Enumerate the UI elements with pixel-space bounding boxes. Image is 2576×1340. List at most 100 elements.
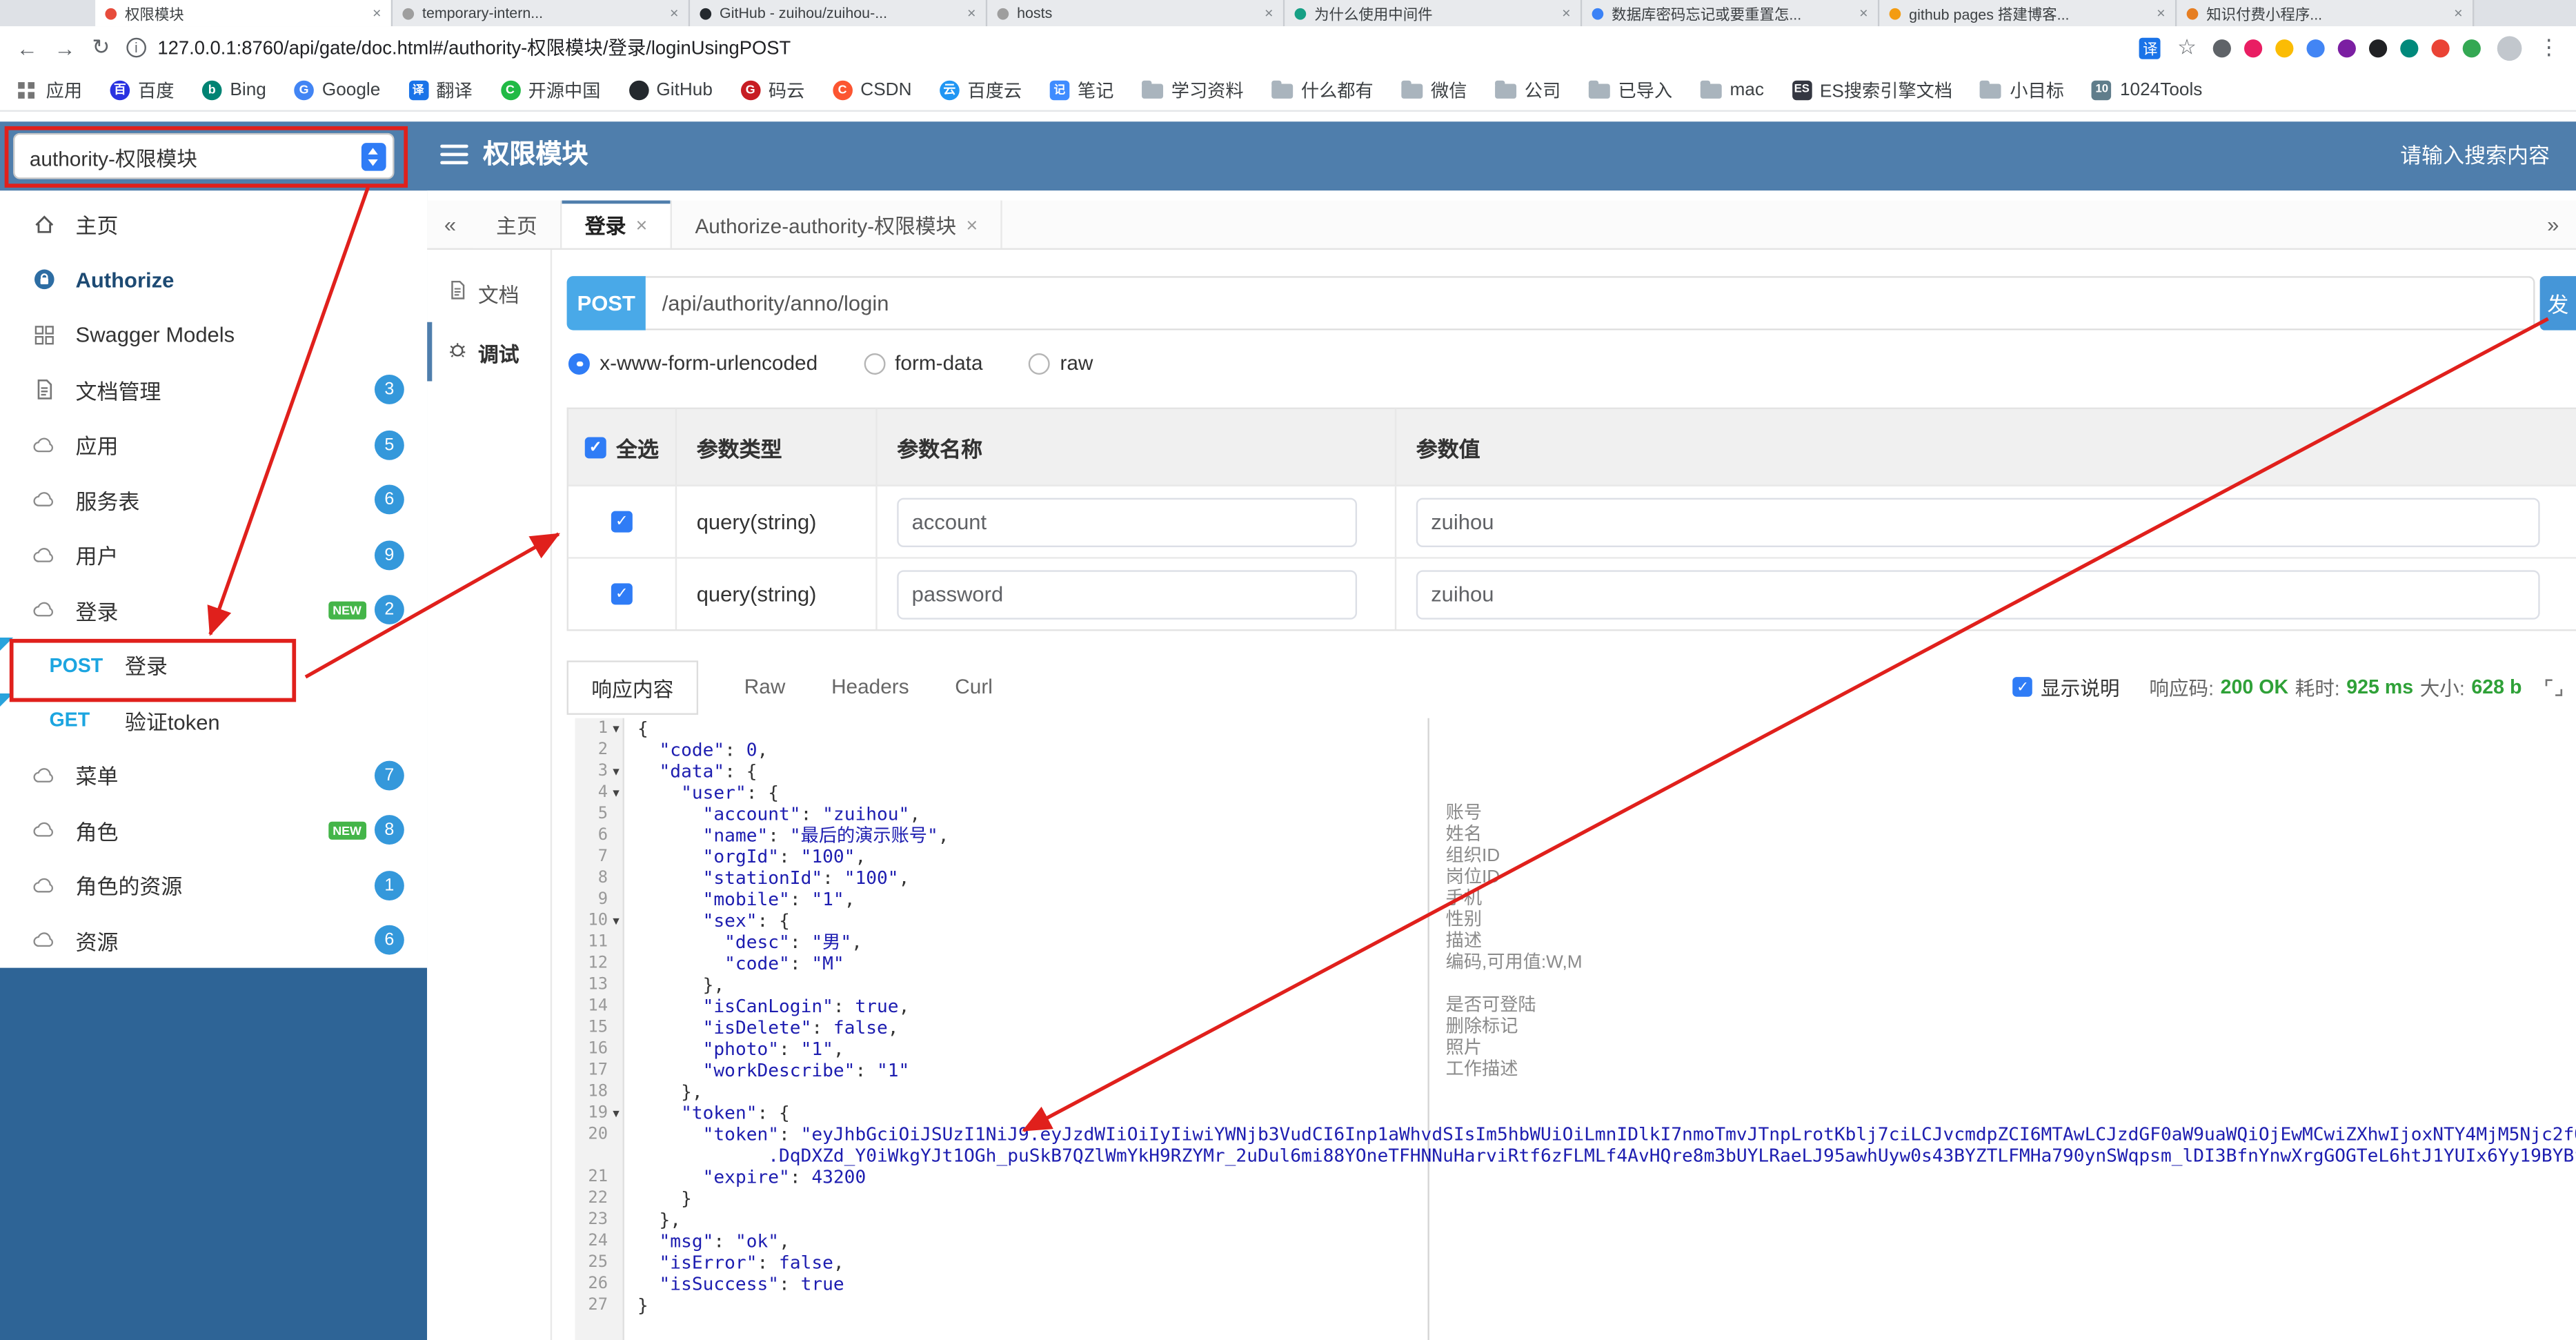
sidebar-item[interactable]: 菜单 7 — [0, 748, 427, 803]
sidebar-item[interactable]: 主页 — [0, 197, 427, 253]
fold-caret-icon[interactable]: ▾ — [608, 1103, 624, 1124]
sidebar-api-get[interactable]: GET 验证token — [0, 692, 427, 748]
tabs-scroll-right-icon[interactable]: » — [2530, 201, 2576, 248]
bookmark-item[interactable]: G Google — [294, 79, 380, 100]
extension-icon[interactable] — [2431, 38, 2450, 57]
tab-close-icon[interactable]: × — [2454, 5, 2463, 21]
response-json-editor[interactable]: 1 ▾{2 "code": 0, 3 ▾ "data": {4 ▾ "user": {5… — [575, 718, 2576, 1340]
tab-close-icon[interactable]: × — [1265, 5, 1274, 21]
tab-close-icon[interactable]: × — [967, 5, 976, 21]
tab-authorize[interactable]: Authorize-authority-权限模块 × — [672, 200, 1002, 248]
tab-close-icon[interactable]: × — [670, 5, 679, 21]
fullscreen-icon[interactable] — [2545, 678, 2563, 696]
menu-kebab-icon[interactable]: ⋮ — [2538, 35, 2559, 61]
nav-document[interactable]: 文档 — [427, 263, 551, 322]
search-input[interactable]: 请输入搜索内容 — [2400, 121, 2550, 190]
tab-raw[interactable]: Raw — [744, 676, 786, 698]
sidebar-item[interactable]: 应用 5 — [0, 417, 427, 473]
close-icon[interactable]: × — [636, 213, 648, 235]
tab-curl[interactable]: Curl — [955, 676, 993, 698]
sidebar-item[interactable]: 服务表 6 — [0, 473, 427, 528]
bookmark-item[interactable]: 译翻译 — [408, 77, 473, 103]
tabs-scroll-left-icon[interactable]: « — [427, 201, 473, 248]
request-path[interactable]: /api/authority/anno/login — [645, 276, 2535, 331]
bookmark-item[interactable]: 小目标 — [1980, 77, 2064, 103]
extension-icon[interactable] — [2275, 38, 2294, 57]
select-all-checkbox[interactable]: ✓ — [584, 436, 606, 458]
bookmark-star-icon[interactable]: ☆ — [2177, 35, 2197, 61]
param-value-input[interactable] — [1416, 497, 2540, 546]
sidebar-item[interactable]: Swagger Models — [0, 307, 427, 362]
fold-caret-icon[interactable]: ▾ — [608, 910, 624, 932]
bookmark-item[interactable]: 百百度 — [110, 77, 174, 103]
bookmark-item[interactable]: 学习资料 — [1141, 77, 1244, 103]
extension-icon[interactable] — [2400, 38, 2419, 57]
row-checkbox[interactable]: ✓ — [611, 583, 633, 605]
row-checkbox[interactable]: ✓ — [611, 511, 633, 533]
sidebar-item[interactable]: 资源 6 — [0, 913, 427, 968]
sidebar-item[interactable]: Authorize — [0, 253, 427, 308]
fold-caret-icon[interactable]: ▾ — [608, 718, 624, 740]
browser-tab[interactable]: GitHub - zuihou/zuihou-... × — [690, 0, 988, 27]
browser-tab[interactable]: 数据库密码忘记或要重置怎... × — [1582, 0, 1880, 27]
param-value-input[interactable] — [1416, 569, 2540, 619]
tab-close-icon[interactable]: × — [373, 5, 382, 21]
radio-urlencoded[interactable]: x-www-form-urlencoded — [568, 352, 818, 375]
bookmark-item[interactable]: 什么都有 — [1271, 77, 1374, 103]
extension-icon[interactable] — [2462, 38, 2481, 57]
param-name-input[interactable] — [897, 497, 1358, 546]
bookmark-item[interactable]: b Bing — [201, 79, 266, 100]
sidebar-item[interactable]: 文档管理 3 — [0, 362, 427, 417]
bookmark-item[interactable]: 记笔记 — [1049, 77, 1113, 103]
tab-close-icon[interactable]: × — [2157, 5, 2166, 21]
module-select[interactable]: authority-权限模块 — [13, 132, 395, 179]
extension-icon[interactable] — [2212, 38, 2231, 57]
bookmark-item[interactable]: mac — [1700, 79, 1764, 99]
bookmark-item[interactable]: GitHub — [628, 79, 713, 100]
bookmark-item[interactable]: C CSDN — [832, 79, 912, 100]
show-desc-checkbox[interactable]: ✓ — [2012, 677, 2033, 697]
menu-toggle-icon[interactable] — [440, 144, 468, 168]
sidebar-item[interactable]: 角色 NEW 8 — [0, 802, 427, 858]
back-icon[interactable]: ← — [17, 35, 38, 60]
bookmark-item[interactable]: G 码云 — [740, 77, 804, 103]
browser-tab[interactable]: hosts × — [987, 0, 1285, 27]
tab-login[interactable]: 登录 × — [562, 200, 673, 248]
sidebar-item[interactable]: 角色的资源 1 — [0, 858, 427, 913]
extension-icon[interactable] — [2337, 38, 2356, 57]
extension-icon[interactable] — [2368, 38, 2388, 57]
tab-close-icon[interactable]: × — [1562, 5, 1571, 21]
reload-icon[interactable]: ↻ — [92, 35, 110, 61]
sidebar-item[interactable]: 用户 9 — [0, 527, 427, 582]
bookmark-item[interactable]: 应用 — [17, 77, 82, 103]
browser-tab[interactable]: 知识付费小程序... × — [2177, 0, 2475, 27]
bookmark-item[interactable]: 微信 — [1401, 77, 1467, 103]
extension-icon[interactable] — [2243, 38, 2263, 57]
tab-headers[interactable]: Headers — [831, 676, 909, 698]
nav-debug[interactable]: 调试 — [427, 322, 551, 382]
sidebar-api-post[interactable]: POST 登录 — [0, 637, 427, 693]
bookmark-item[interactable]: 公司 — [1494, 77, 1561, 103]
bookmark-item[interactable]: 云百度云 — [940, 77, 1022, 103]
url-box[interactable]: i 127.0.0.1:8760/api/gate/doc.html#/auth… — [126, 31, 2123, 64]
param-name-input[interactable] — [897, 569, 1358, 619]
tab-response-content[interactable]: 响应内容 — [566, 660, 699, 714]
browser-tab[interactable]: 为什么使用中间件 × — [1285, 0, 1583, 27]
radio-formdata[interactable]: form-data — [863, 352, 983, 375]
bookmark-item[interactable]: ES ES搜索引擎文档 — [1792, 77, 1952, 103]
profile-avatar[interactable] — [2497, 35, 2522, 60]
browser-tab[interactable]: temporary-intern... × — [393, 0, 691, 27]
bookmark-item[interactable]: 已导入 — [1588, 77, 1672, 103]
select-stepper-icon[interactable] — [361, 143, 386, 171]
send-button[interactable]: 发 — [2539, 276, 2576, 331]
sidebar-item[interactable]: 登录 NEW 2 — [0, 582, 427, 638]
page-info-icon[interactable]: i — [126, 37, 146, 58]
extension-icon[interactable] — [2306, 38, 2325, 57]
close-icon[interactable]: × — [967, 213, 978, 235]
fold-caret-icon[interactable]: ▾ — [608, 761, 624, 782]
tab-close-icon[interactable]: × — [1859, 5, 1868, 21]
radio-raw[interactable]: raw — [1029, 352, 1093, 375]
fold-caret-icon[interactable]: ▾ — [608, 782, 624, 804]
bookmark-item[interactable]: C 开源中国 — [500, 77, 600, 103]
bookmark-item[interactable]: 10 1024Tools — [2092, 79, 2202, 100]
